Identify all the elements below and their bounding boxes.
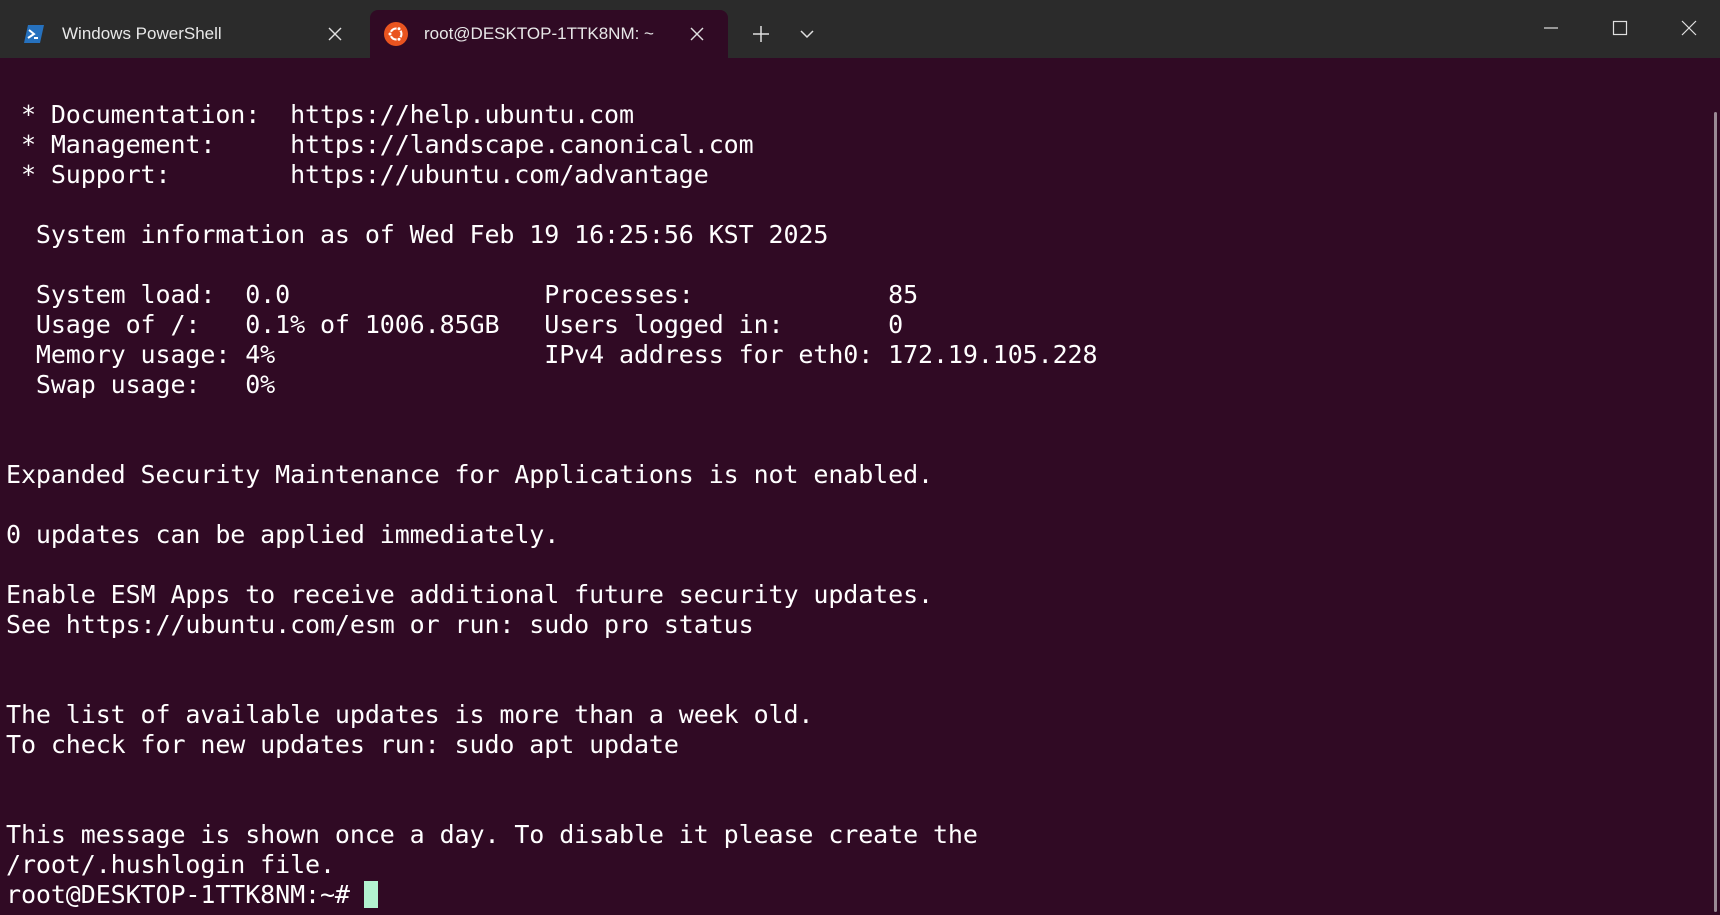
terminal-line: Usage of /: 0.1% of 1006.85GB Users logg…: [6, 310, 904, 339]
scrollbar-thumb[interactable]: [1714, 112, 1717, 912]
plus-icon: [753, 26, 769, 42]
close-icon: [1681, 20, 1697, 36]
title-bar: Windows PowerShell root@DESKTOP-1TTK8NM:…: [0, 0, 1720, 58]
tab-ubuntu-root[interactable]: root@DESKTOP-1TTK8NM: ~: [370, 10, 728, 58]
tab-label: Windows PowerShell: [62, 24, 222, 43]
chevron-down-icon: [800, 30, 814, 39]
terminal-line: Swap usage: 0%: [6, 370, 276, 399]
terminal-line: /root/.hushlogin file.: [6, 850, 335, 879]
terminal-line: 0 updates can be applied immediately.: [6, 520, 560, 549]
terminal-line: Expanded Security Maintenance for Applic…: [6, 460, 933, 489]
tab-dropdown-button[interactable]: [787, 14, 827, 54]
terminal-line: To check for new updates run: sudo apt u…: [6, 730, 679, 759]
close-icon: [328, 27, 342, 41]
maximize-button[interactable]: [1586, 0, 1654, 56]
terminal-line: * Documentation: https://help.ubuntu.com: [6, 100, 634, 129]
new-tab-button[interactable]: [741, 14, 781, 54]
text-cursor: [363, 881, 378, 908]
terminal-line: * Management: https://landscape.canonica…: [6, 130, 754, 159]
tab-label: root@DESKTOP-1TTK8NM: ~: [424, 24, 654, 43]
terminal-window: Windows PowerShell root@DESKTOP-1TTK8NM:…: [0, 0, 1720, 915]
close-icon: [690, 27, 704, 41]
scrollbar[interactable]: [1708, 112, 1720, 912]
tab-close-button[interactable]: [682, 19, 712, 49]
close-window-button[interactable]: [1655, 0, 1720, 56]
terminal-line: See https://ubuntu.com/esm or run: sudo …: [6, 610, 754, 639]
shell-prompt: root@DESKTOP-1TTK8NM:~#: [6, 880, 350, 909]
terminal-line: This message is shown once a day. To dis…: [6, 820, 978, 849]
terminal-line: System load: 0.0 Processes: 85: [6, 280, 919, 309]
tab-windows-powershell[interactable]: Windows PowerShell: [8, 10, 366, 58]
prompt-line[interactable]: root@DESKTOP-1TTK8NM:~#: [6, 880, 1097, 910]
terminal-line: System information as of Wed Feb 19 16:2…: [6, 220, 829, 249]
terminal-text: * Documentation: https://help.ubuntu.com…: [6, 100, 1098, 910]
ubuntu-icon: [384, 22, 408, 46]
terminal-output[interactable]: * Documentation: https://help.ubuntu.com…: [0, 58, 1708, 915]
tab-close-button[interactable]: [320, 19, 350, 49]
terminal-line: The list of available updates is more th…: [6, 700, 814, 729]
minimize-icon: [1544, 27, 1558, 29]
powershell-icon: [22, 22, 46, 46]
maximize-icon: [1612, 20, 1628, 36]
terminal-line: Memory usage: 4% IPv4 address for eth0: …: [6, 340, 1098, 369]
terminal-line: Enable ESM Apps to receive additional fu…: [6, 580, 933, 609]
minimize-button[interactable]: [1517, 0, 1585, 56]
terminal-line: * Support: https://ubuntu.com/advantage: [6, 160, 709, 189]
